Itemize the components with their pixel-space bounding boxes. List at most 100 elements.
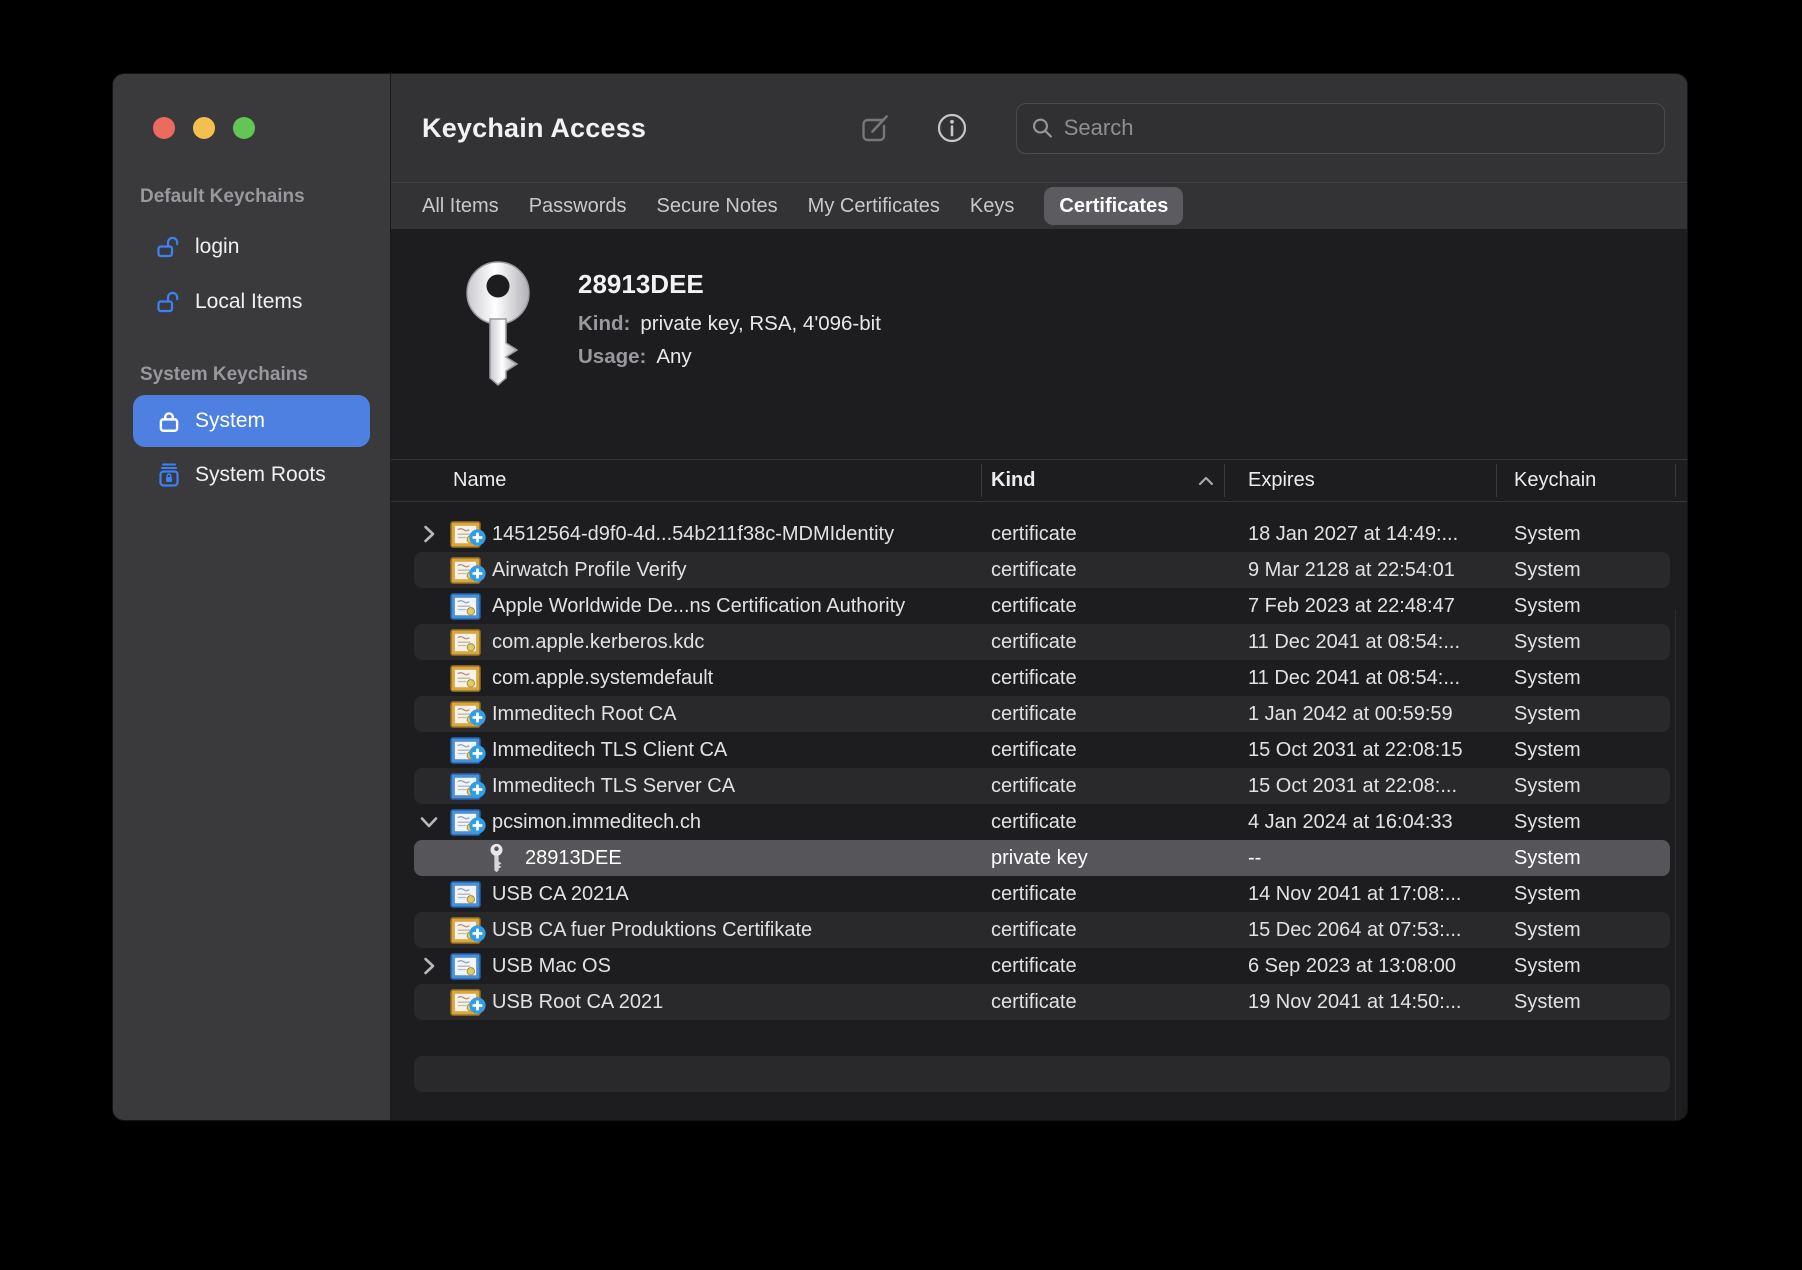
empty-row [391,1056,1687,1092]
table-row[interactable]: com.apple.systemdefault certificate 11 D… [391,660,1687,696]
item-name: USB CA fuer Produktions Certifikate [492,919,812,942]
item-kind: certificate [991,703,1236,726]
compose-icon[interactable] [858,111,892,145]
certificate-list: 14512564-d9f0-4d...54b211f38c-MDMIdentit… [391,502,1687,1092]
certificate-gold-icon [449,555,482,585]
certificate-blue-icon [449,951,482,981]
column-header-name[interactable]: Name [391,469,991,492]
table-row[interactable]: USB Root CA 2021 certificate 19 Nov 2041… [391,984,1687,1020]
item-kind: private key [991,847,1236,870]
table-row[interactable]: USB Mac OS certificate 6 Sep 2023 at 13:… [391,948,1687,984]
column-divider[interactable] [1224,464,1225,497]
item-expires: 11 Dec 2041 at 08:54:... [1236,631,1505,654]
disclosure-chevron[interactable] [418,525,439,543]
column-header-kind[interactable]: Kind [991,469,1236,492]
table-row[interactable]: 14512564-d9f0-4d...54b211f38c-MDMIdentit… [391,516,1687,552]
item-kind: certificate [991,559,1236,582]
sidebar-item-system[interactable]: System [133,395,370,447]
table-row[interactable]: Airwatch Profile Verify certificate 9 Ma… [391,552,1687,588]
item-keychain: System [1505,595,1687,618]
table-row[interactable]: Immeditech TLS Client CA certificate 15 … [391,732,1687,768]
column-divider[interactable] [1496,464,1497,497]
item-expires: 18 Jan 2027 at 14:49:... [1236,523,1505,546]
item-name: Immeditech TLS Client CA [492,739,727,762]
tab-secure-notes[interactable]: Secure Notes [642,187,793,225]
column-header-expires[interactable]: Expires [1236,469,1505,492]
sidebar-item-login[interactable]: login [133,219,370,274]
sidebar-item-local-items[interactable]: Local Items [133,274,370,329]
window-title: Keychain Access [422,113,646,144]
table-row[interactable]: Immeditech Root CA certificate 1 Jan 204… [391,696,1687,732]
content-area: 28913DEE Kind:private key, RSA, 4'096-bi… [391,229,1687,1120]
detail-kind-line: Kind:private key, RSA, 4'096-bit [578,312,881,336]
item-name: pcsimon.immeditech.ch [492,811,701,834]
main-panel: Keychain Access All Items Passwords Secu… [391,74,1687,1120]
item-name: Airwatch Profile Verify [492,559,687,582]
item-expires: 4 Jan 2024 at 16:04:33 [1236,811,1505,834]
item-kind: certificate [991,595,1236,618]
table-row[interactable]: USB CA fuer Produktions Certifikate cert… [391,912,1687,948]
table-row[interactable]: Apple Worldwide De...ns Certification Au… [391,588,1687,624]
tab-passwords[interactable]: Passwords [514,187,642,225]
detail-usage-line: Usage:Any [578,345,881,369]
keychain-access-window: Default Keychains login Local Items Syst… [113,74,1687,1120]
plus-badge-icon [469,817,486,837]
minimize-window-button[interactable] [193,117,215,139]
item-keychain: System [1505,631,1687,654]
search-field[interactable] [1016,103,1665,154]
private-key-icon [485,843,507,873]
certificate-gold-icon [449,987,482,1017]
item-kind: certificate [991,739,1236,762]
item-expires: 15 Oct 2031 at 22:08:15 [1236,739,1505,762]
item-name: USB CA 2021A [492,883,629,906]
item-expires: 15 Dec 2064 at 07:53:... [1236,919,1505,942]
zoom-window-button[interactable] [233,117,255,139]
disclosure-chevron[interactable] [418,957,439,975]
unlocked-padlock-icon [156,289,182,315]
table-row[interactable]: com.apple.kerberos.kdc certificate 11 De… [391,624,1687,660]
item-kind: certificate [991,919,1236,942]
column-divider[interactable] [981,464,982,497]
info-icon[interactable] [936,112,968,144]
table-row[interactable]: pcsimon.immeditech.ch certificate 4 Jan … [391,804,1687,840]
item-expires: 15 Oct 2031 at 22:08:... [1236,775,1505,798]
sidebar-item-system-roots[interactable]: System Roots [133,447,370,502]
item-expires: 7 Feb 2023 at 22:48:47 [1236,595,1505,618]
certificate-blue-icon [449,591,482,621]
tab-certificates[interactable]: Certificates [1044,187,1183,225]
search-input[interactable] [1064,115,1650,141]
certificate-gold-icon [449,915,482,945]
sidebar: Default Keychains login Local Items Syst… [113,74,391,1120]
certificate-blue-icon [449,879,482,909]
sidebar-item-label: System Roots [195,463,326,487]
item-keychain: System [1505,847,1687,870]
item-keychain: System [1505,991,1687,1014]
tab-my-certificates[interactable]: My Certificates [793,187,955,225]
item-detail-panel: 28913DEE Kind:private key, RSA, 4'096-bi… [391,229,1687,459]
table-row[interactable]: USB CA 2021A certificate 14 Nov 2041 at … [391,876,1687,912]
tab-all-items[interactable]: All Items [407,187,514,225]
item-keychain: System [1505,919,1687,942]
key-icon [450,255,546,387]
item-kind: certificate [991,883,1236,906]
item-keychain: System [1505,523,1687,546]
tab-keys[interactable]: Keys [955,187,1029,225]
item-kind: certificate [991,631,1236,654]
table-row[interactable]: 28913DEE private key -- System [391,840,1687,876]
close-window-button[interactable] [153,117,175,139]
item-kind: certificate [991,811,1236,834]
item-name: com.apple.systemdefault [492,667,713,690]
certificate-blue-icon [449,807,482,837]
item-keychain: System [1505,703,1687,726]
table-row[interactable]: Immeditech TLS Server CA certificate 15 … [391,768,1687,804]
item-expires: 11 Dec 2041 at 08:54:... [1236,667,1505,690]
system-roots-icon [156,462,182,488]
list-right-divider [1675,610,1676,1120]
unlocked-padlock-icon [156,234,182,260]
certificate-gold-icon [449,627,482,657]
disclosure-chevron[interactable] [418,816,439,828]
column-divider[interactable] [1675,464,1676,497]
item-kind: certificate [991,991,1236,1014]
column-header-keychain[interactable]: Keychain [1505,469,1687,492]
item-expires: 19 Nov 2041 at 14:50:... [1236,991,1505,1014]
